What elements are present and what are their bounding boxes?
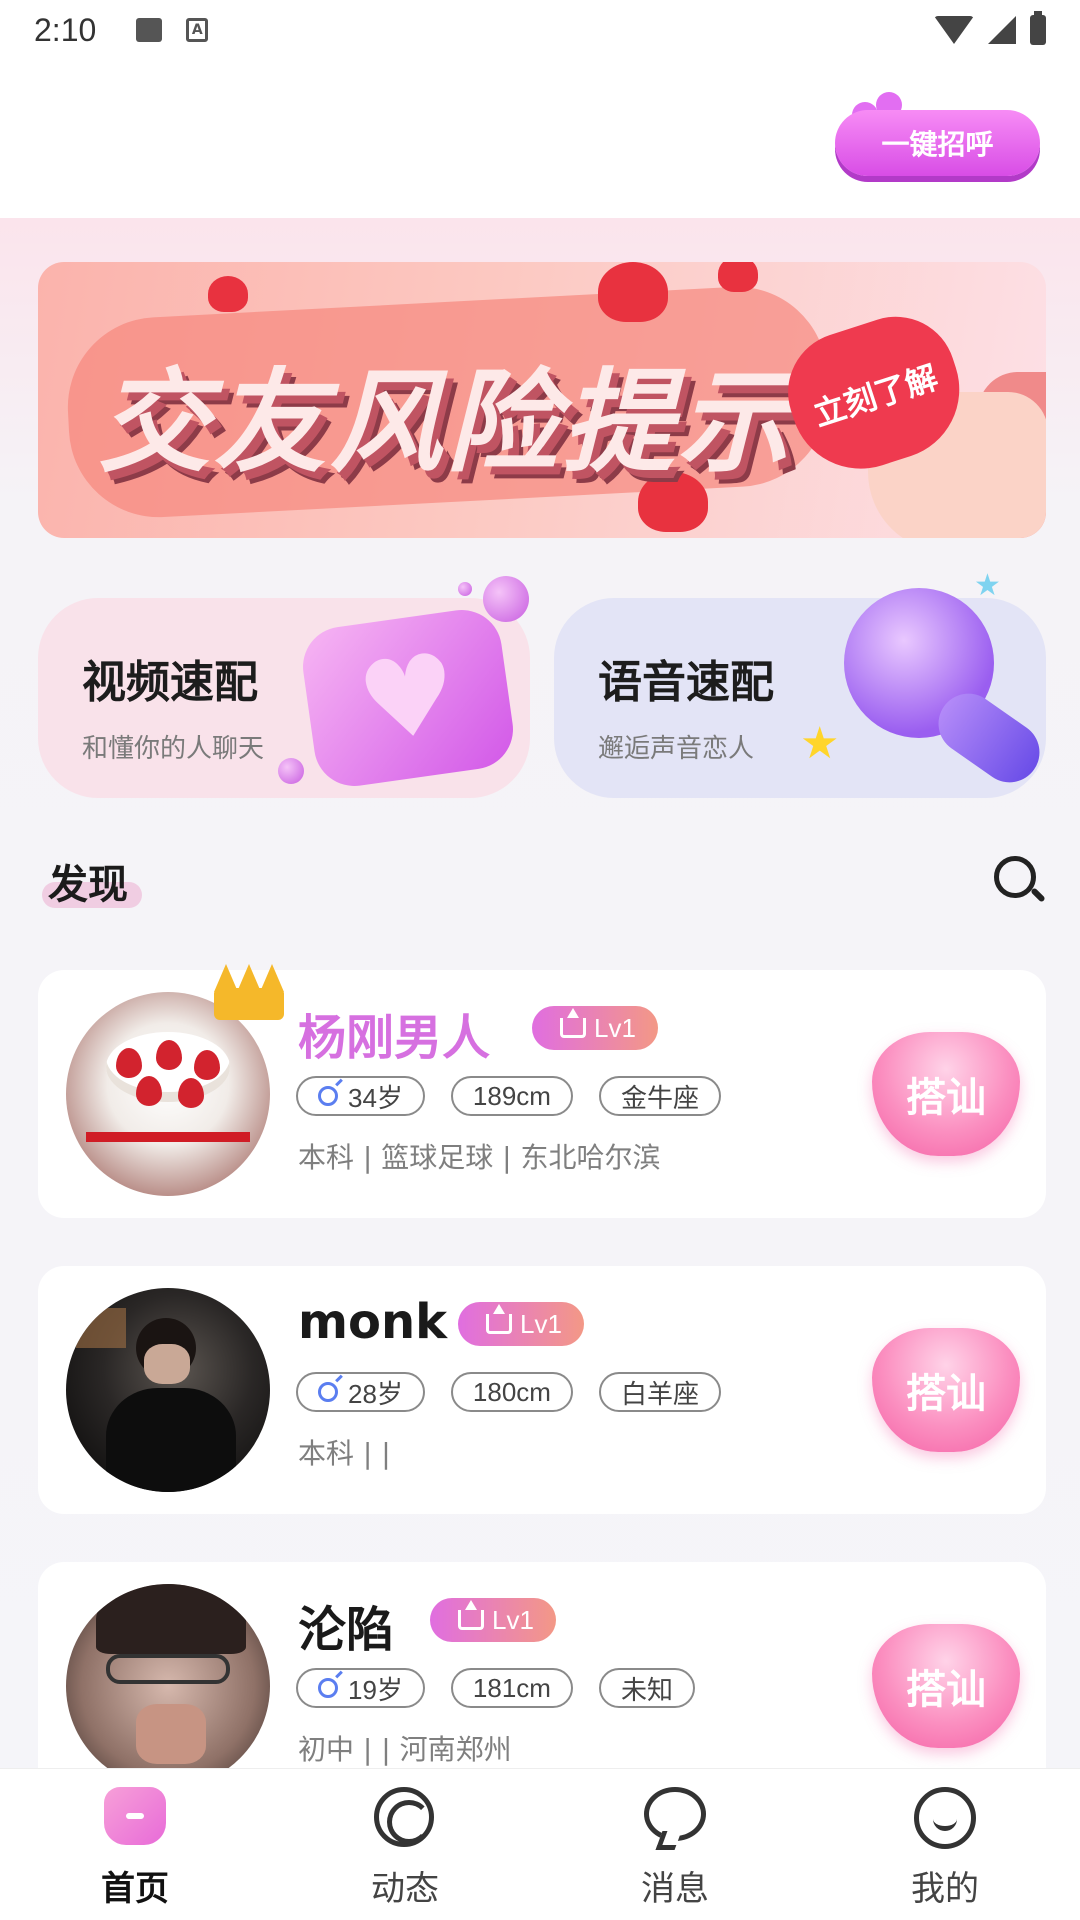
bottom-navigation: 首页 动态 消息 我的	[0, 1768, 1080, 1920]
heart-icon	[208, 276, 248, 312]
zodiac-tag: 金牛座	[598, 1076, 721, 1116]
male-icon	[318, 1382, 338, 1402]
user-description: 初中 | | 河南郑州	[298, 1733, 512, 1766]
bubble-decoration-icon	[458, 582, 472, 596]
zodiac-tag: 未知	[598, 1668, 695, 1708]
safety-tips-banner[interactable]: 交友风险提示 立刻了解	[38, 262, 1046, 538]
wifi-icon	[934, 16, 974, 44]
level-label: Lv1	[492, 1604, 534, 1635]
nav-home[interactable]: 首页	[0, 1769, 270, 1920]
search-button[interactable]	[990, 852, 1046, 908]
age-tag: 34岁	[296, 1076, 425, 1116]
user-card[interactable]: 沦陷 Lv1 19岁 181cm 未知 初中 | | 河南郑州 搭讪	[38, 1562, 1046, 1768]
user-tags: 34岁 189cm 金牛座	[296, 1076, 721, 1116]
nav-profile[interactable]: 我的	[810, 1769, 1080, 1920]
bubble-decoration-icon	[483, 576, 529, 622]
level-badge: Lv1	[458, 1302, 584, 1346]
height-tag: 189cm	[450, 1076, 573, 1116]
user-name: monk	[298, 1294, 448, 1350]
home-content[interactable]: 交友风险提示 立刻了解 视频速配 和懂你的人聊天 语音速配 邂逅声音恋人 ★ ★…	[0, 218, 1080, 1768]
level-label: Lv1	[594, 1012, 636, 1043]
level-badge: Lv1	[532, 1006, 658, 1050]
profile-icon	[914, 1787, 976, 1849]
notification-icons: A	[136, 18, 209, 42]
status-time: 2:10	[34, 11, 97, 48]
level-label: Lv1	[520, 1308, 562, 1339]
video-match-subtitle: 和懂你的人聊天	[82, 734, 265, 764]
male-icon	[318, 1086, 338, 1106]
age-tag: 28岁	[296, 1372, 425, 1412]
voice-match-subtitle: 邂逅声音恋人	[598, 734, 755, 764]
moments-icon	[374, 1787, 436, 1849]
user-tags: 19岁 181cm 未知	[296, 1668, 695, 1708]
banner-title: 交友风险提示	[98, 358, 794, 488]
discover-title: 发现	[48, 862, 128, 908]
learn-more-label: 立刻了解	[808, 358, 943, 434]
one-click-greet-button[interactable]: 一键招呼	[835, 110, 1040, 176]
star-icon: ★	[800, 718, 840, 769]
height-tag: 181cm	[450, 1668, 573, 1708]
user-name: 沦陷	[298, 1602, 395, 1658]
message-icon	[644, 1787, 706, 1849]
nav-moments[interactable]: 动态	[270, 1769, 540, 1920]
user-tags: 28岁 180cm 白羊座	[296, 1372, 721, 1412]
male-icon	[318, 1678, 338, 1698]
user-name: 杨刚男人	[298, 1010, 491, 1066]
avatar[interactable]	[66, 1288, 270, 1492]
level-badge: Lv1	[430, 1598, 556, 1642]
keyboard-notification-icon: A	[186, 18, 209, 42]
user-description: 本科 | |	[298, 1437, 391, 1470]
zodiac-tag: 白羊座	[598, 1372, 721, 1412]
top-header: 一键招呼	[0, 60, 1080, 218]
image-notification-icon	[136, 18, 163, 42]
nav-home-label: 首页	[101, 1869, 169, 1909]
signal-icon	[988, 16, 1016, 44]
discover-header: 发现	[38, 840, 1046, 920]
nav-messages[interactable]: 消息	[540, 1769, 810, 1920]
chat-up-button[interactable]: 搭讪	[872, 1328, 1020, 1452]
nav-profile-label: 我的	[911, 1869, 979, 1909]
crown-icon	[458, 1600, 484, 1630]
nav-messages-label: 消息	[641, 1869, 709, 1909]
user-list: 杨刚男人 Lv1 34岁 189cm 金牛座 本科 | 篮球足球 | 东北哈尔滨…	[38, 964, 1046, 1768]
avatar[interactable]	[66, 1584, 270, 1768]
vip-crown-icon	[214, 960, 284, 1020]
video-heart-icon	[297, 604, 519, 792]
voice-match-title: 语音速配	[598, 657, 774, 708]
user-card[interactable]: monk Lv1 28岁 180cm 白羊座 本科 | | 搭讪	[38, 1266, 1046, 1514]
crown-icon	[486, 1304, 512, 1334]
system-icons	[934, 11, 1046, 45]
search-icon	[994, 856, 1036, 898]
chat-up-button[interactable]: 搭讪	[872, 1624, 1020, 1748]
user-description: 本科 | 篮球足球 | 东北哈尔滨	[298, 1141, 661, 1174]
user-card[interactable]: 杨刚男人 Lv1 34岁 189cm 金牛座 本科 | 篮球足球 | 东北哈尔滨…	[38, 964, 1046, 1218]
crown-icon	[560, 1008, 586, 1038]
nav-moments-label: 动态	[371, 1869, 439, 1909]
avatar[interactable]	[66, 992, 270, 1196]
home-icon	[104, 1787, 166, 1849]
video-match-card[interactable]: 视频速配 和懂你的人聊天	[38, 576, 530, 798]
battery-icon	[1030, 11, 1046, 45]
heart-icon	[598, 262, 668, 322]
star-icon: ★	[974, 568, 1001, 603]
chat-up-label: 搭讪	[906, 1667, 986, 1713]
height-tag: 180cm	[450, 1372, 573, 1412]
status-bar: 2:10 A	[0, 0, 1080, 60]
quick-match-cards: 视频速配 和懂你的人聊天 语音速配 邂逅声音恋人 ★ ★	[38, 568, 1052, 798]
voice-match-card[interactable]: 语音速配 邂逅声音恋人 ★ ★	[554, 568, 1052, 798]
heart-icon	[718, 262, 758, 292]
video-match-title: 视频速配	[82, 657, 258, 708]
chat-up-label: 搭讪	[906, 1371, 986, 1417]
chat-up-button[interactable]: 搭讪	[872, 1032, 1020, 1156]
chat-up-label: 搭讪	[906, 1075, 986, 1121]
bubble-decoration-icon	[278, 758, 304, 784]
age-tag: 19岁	[296, 1668, 425, 1708]
